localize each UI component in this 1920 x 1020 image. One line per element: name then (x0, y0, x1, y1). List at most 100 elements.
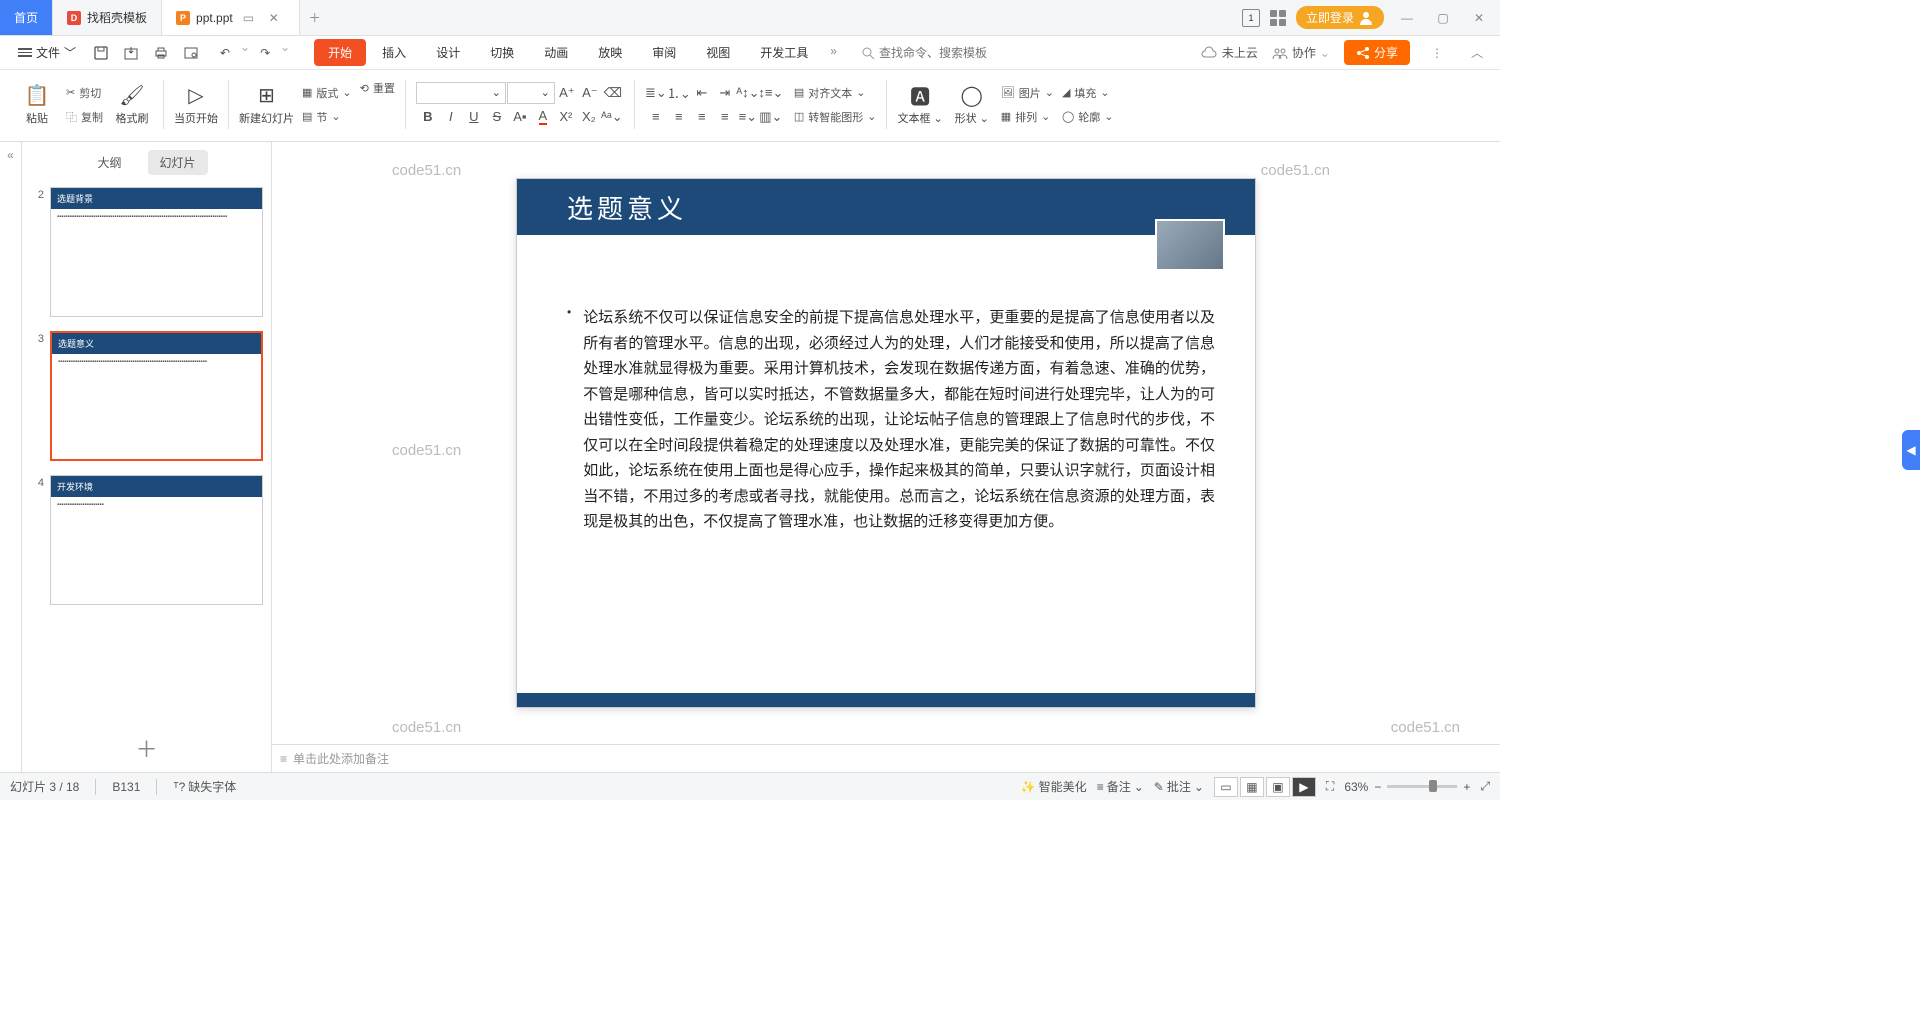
slideshow-view-icon[interactable]: ▶ (1292, 777, 1316, 797)
tab-close-icon[interactable]: ✕ (269, 11, 285, 25)
thumbnail-item[interactable]: 4 开发环境▪▪▪▪▪▪▪▪▪▪▪▪▪▪▪▪▪▪▪▪▪▪ (30, 475, 263, 605)
side-panel-toggle[interactable]: ◀ (1902, 430, 1920, 470)
collab-button[interactable]: 协作⌄ (1272, 44, 1330, 61)
thumb-slide-selected[interactable]: 选题意义▪▪▪▪▪▪▪▪▪▪▪▪▪▪▪▪▪▪▪▪▪▪▪▪▪▪▪▪▪▪▪▪▪▪▪▪… (50, 331, 263, 461)
fit-icon[interactable]: ⛶ (1326, 779, 1334, 794)
thumbnail-item[interactable]: 3 选题意义▪▪▪▪▪▪▪▪▪▪▪▪▪▪▪▪▪▪▪▪▪▪▪▪▪▪▪▪▪▪▪▪▪▪… (30, 331, 263, 461)
subscript-icon[interactable]: X₂ (578, 106, 600, 128)
present-icon[interactable]: ▭ (243, 11, 259, 25)
fullscreen-icon[interactable]: ⤢ (1480, 779, 1490, 794)
tab-slideshow[interactable]: 放映 (584, 39, 636, 66)
copy-button[interactable]: ⿻ 复制 (66, 107, 103, 127)
tab-animation[interactable]: 动画 (530, 39, 582, 66)
tab-insert[interactable]: 插入 (368, 39, 420, 66)
paste-button[interactable]: 📋粘贴 (16, 84, 58, 126)
align-left-icon[interactable]: ≡ (645, 106, 667, 128)
tab-review[interactable]: 审阅 (638, 39, 690, 66)
notes-toggle[interactable]: ≡ 备注 ⌄ (1097, 778, 1144, 795)
align-center-icon[interactable]: ≡ (668, 106, 690, 128)
align-right-icon[interactable]: ≡ (691, 106, 713, 128)
zoom-slider-handle[interactable] (1429, 780, 1437, 792)
sorter-view-icon[interactable]: ▦ (1240, 777, 1264, 797)
slide-canvas[interactable]: 选题意义 • 论坛系统不仅可以保证信息安全的前提下提高信息处理水平，更重要的是提… (516, 178, 1256, 708)
tab-transition[interactable]: 切换 (476, 39, 528, 66)
format-painter-button[interactable]: 🖌格式刷 (111, 84, 153, 126)
zoom-out-icon[interactable]: − (1374, 780, 1381, 794)
fill-button[interactable]: ◢ 填充 ⌄ (1062, 83, 1114, 103)
clear-format-icon[interactable]: ⌫ (602, 82, 624, 104)
tab-start[interactable]: 开始 (314, 39, 366, 66)
textbox-button[interactable]: 🅰文本框 ⌄ (897, 84, 942, 126)
share-button[interactable]: 分享 (1344, 40, 1410, 65)
reading-mode-icon[interactable]: 1 (1242, 9, 1260, 27)
to-smartart-button[interactable]: ◫ 转智能图形 ⌄ (794, 107, 877, 127)
font-size-combo[interactable]: ⌄ (507, 82, 555, 104)
thumb-slide[interactable]: 选题背景▪▪▪▪▪▪▪▪▪▪▪▪▪▪▪▪▪▪▪▪▪▪▪▪▪▪▪▪▪▪▪▪▪▪▪▪… (50, 187, 263, 317)
highlight-icon[interactable]: A▪ (509, 106, 531, 128)
italic-icon[interactable]: I (440, 106, 462, 128)
redo-button[interactable]: ↷ (252, 40, 278, 66)
search-box[interactable] (861, 46, 1029, 60)
search-input[interactable] (879, 46, 1029, 60)
change-case-icon[interactable]: ᴬᵃ⌄ (601, 106, 623, 128)
strike-icon[interactable]: S (486, 106, 508, 128)
normal-view-icon[interactable]: ▭ (1214, 777, 1238, 797)
from-current-button[interactable]: ▷当页开始 (174, 84, 218, 126)
bullets-icon[interactable]: ≣⌄ (645, 82, 667, 104)
layout-button[interactable]: ▦ 版式 ⌄ (302, 83, 352, 103)
font-color-icon[interactable]: A (532, 106, 554, 128)
undo-button[interactable]: ↶ (212, 40, 238, 66)
cloud-button[interactable]: 未上云 (1200, 44, 1258, 61)
more-menu-icon[interactable]: ⋮ (1424, 40, 1450, 66)
file-menu-button[interactable]: 文件 ﹀ (10, 40, 84, 65)
underline-icon[interactable]: U (463, 106, 485, 128)
slides-tab[interactable]: 幻灯片 (148, 150, 208, 175)
collapse-ribbon-icon[interactable]: ︿ (1464, 40, 1490, 66)
thumbnail-item[interactable]: 2 选题背景▪▪▪▪▪▪▪▪▪▪▪▪▪▪▪▪▪▪▪▪▪▪▪▪▪▪▪▪▪▪▪▪▪▪… (30, 187, 263, 317)
distribute-icon[interactable]: ≡⌄ (737, 106, 759, 128)
line-spacing-icon[interactable]: ↕≡⌄ (760, 82, 782, 104)
new-tab-button[interactable]: ＋ (300, 0, 330, 35)
preview-icon[interactable] (178, 40, 204, 66)
reset-button[interactable]: ⟲ 重置 (360, 78, 395, 98)
picture-button[interactable]: 🖼 图片 ⌄ (1001, 83, 1054, 103)
close-icon[interactable]: ✕ (1466, 5, 1492, 31)
font-combo[interactable]: ⌄ (416, 82, 506, 104)
tab-view[interactable]: 视图 (692, 39, 744, 66)
numbering-icon[interactable]: ⒈⌄ (668, 82, 690, 104)
increase-font-icon[interactable]: A⁺ (556, 82, 578, 104)
missing-font-button[interactable]: ᵀ? 缺失字体 (173, 778, 236, 795)
bold-icon[interactable]: B (417, 106, 439, 128)
beautify-button[interactable]: ✨ 智能美化 (1021, 778, 1087, 795)
outline-button[interactable]: ◯ 轮廓 ⌄ (1062, 107, 1114, 127)
tab-template[interactable]: D 找稻壳模板 (53, 0, 162, 35)
shape-button[interactable]: ◯形状 ⌄ (951, 84, 993, 126)
reading-view-icon[interactable]: ▣ (1266, 777, 1290, 797)
outline-tab[interactable]: 大纲 (85, 150, 133, 175)
login-button[interactable]: 立即登录 (1296, 6, 1384, 29)
section-button[interactable]: ▤ 节 ⌄ (302, 107, 352, 127)
arrange-button[interactable]: ▦ 排列 ⌄ (1001, 107, 1054, 127)
export-icon[interactable] (118, 40, 144, 66)
thumbnail-list[interactable]: 2 选题背景▪▪▪▪▪▪▪▪▪▪▪▪▪▪▪▪▪▪▪▪▪▪▪▪▪▪▪▪▪▪▪▪▪▪… (22, 183, 271, 724)
cut-button[interactable]: ✂ 剪切 (66, 83, 103, 103)
tab-document[interactable]: P ppt.ppt ▭ ✕ (162, 0, 300, 35)
align-justify-icon[interactable]: ≡ (714, 106, 736, 128)
thumb-slide[interactable]: 开发环境▪▪▪▪▪▪▪▪▪▪▪▪▪▪▪▪▪▪▪▪▪▪ (50, 475, 263, 605)
columns-icon[interactable]: ▥⌄ (760, 106, 782, 128)
zoom-value[interactable]: 63% (1344, 780, 1368, 794)
zoom-in-icon[interactable]: + (1463, 780, 1470, 794)
print-icon[interactable] (148, 40, 174, 66)
menu-more-icon[interactable]: » (824, 39, 843, 66)
tab-devtools[interactable]: 开发工具 (746, 39, 822, 66)
superscript-icon[interactable]: X² (555, 106, 577, 128)
zoom-slider[interactable] (1387, 785, 1457, 788)
collapse-panel-icon[interactable]: « (0, 142, 22, 772)
apps-icon[interactable] (1270, 10, 1286, 26)
tab-home[interactable]: 首页 (0, 0, 53, 35)
notes-area[interactable]: ≡ 单击此处添加备注 (272, 744, 1500, 772)
new-slide-button[interactable]: ⊞新建幻灯片 (239, 84, 294, 126)
decrease-font-icon[interactable]: A⁻ (579, 82, 601, 104)
add-slide-button[interactable]: ＋ (22, 724, 271, 772)
maximize-icon[interactable]: ▢ (1430, 5, 1456, 31)
